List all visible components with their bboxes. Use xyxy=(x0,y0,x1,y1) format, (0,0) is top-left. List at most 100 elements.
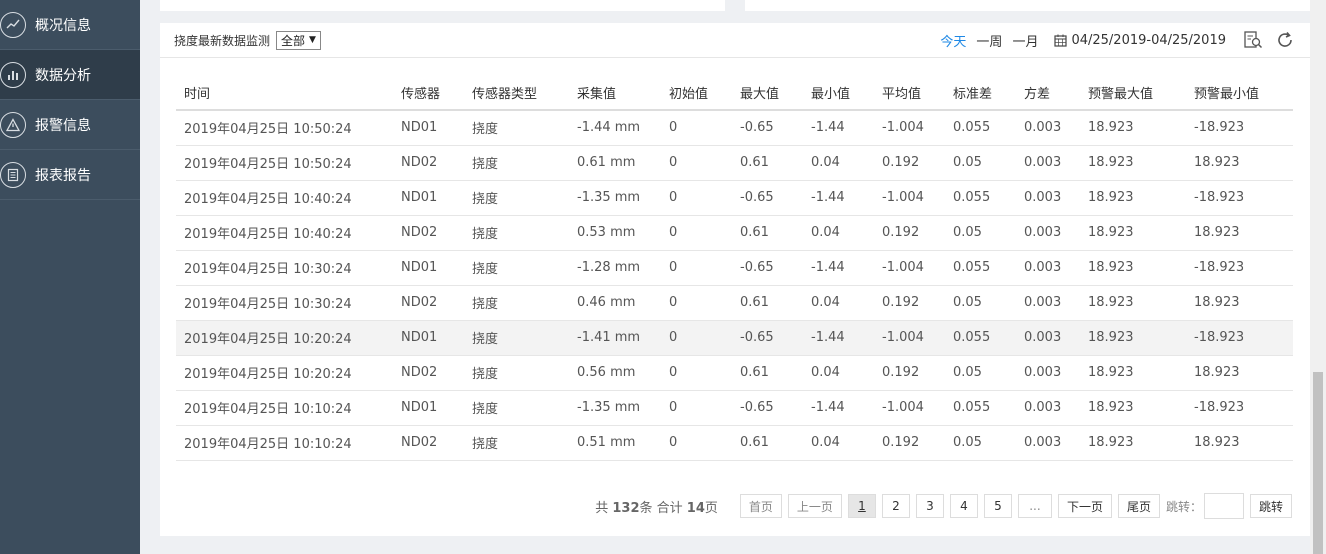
table-cell: 0 xyxy=(661,390,732,426)
table-cell: -1.004 xyxy=(874,110,945,146)
table-cell: 0.61 xyxy=(732,425,803,461)
column-header: 预警最小值 xyxy=(1186,75,1293,111)
page-button-4[interactable]: 4 xyxy=(949,494,978,518)
jump-button[interactable]: 跳转 xyxy=(1249,494,1292,518)
select-value: 全部 xyxy=(281,33,306,48)
column-header: 方差 xyxy=(1016,75,1080,111)
search-report-icon[interactable] xyxy=(1242,29,1264,51)
table-cell: 18.923 xyxy=(1080,285,1186,321)
column-header: 采集值 xyxy=(569,75,661,111)
table-row[interactable]: 2019年04月25日 10:10:24 ND02 挠度 0.51 mm 0 0.61 0.… xyxy=(176,425,1293,461)
next-page-button[interactable]: 下一页 xyxy=(1057,494,1112,518)
sidebar-item-data-analysis[interactable]: 数据分析 xyxy=(0,50,140,100)
ellipsis-button[interactable]: ... xyxy=(1017,494,1052,518)
table-cell: -18.923 xyxy=(1186,250,1293,286)
table-cell: 0.04 xyxy=(803,215,874,251)
table-cell: 0 xyxy=(661,285,732,321)
column-header: 标准差 xyxy=(945,75,1016,111)
table-cell: 挠度 xyxy=(464,145,569,181)
table-cell: 0.04 xyxy=(803,285,874,321)
column-header: 平均值 xyxy=(874,75,945,111)
column-header: 时间 xyxy=(176,75,393,111)
table-row[interactable]: 2019年04月25日 10:30:24 ND02 挠度 0.46 mm 0 0.61 0.… xyxy=(176,285,1293,321)
chevron-down-icon: ▼ xyxy=(309,35,316,45)
summary-suffix: 页 xyxy=(704,500,718,516)
first-page-button[interactable]: 首页 xyxy=(739,494,782,518)
table-cell: 2019年04月25日 10:20:24 xyxy=(176,320,393,356)
last-page-button[interactable]: 尾页 xyxy=(1117,494,1160,518)
table-cell: 0.61 mm xyxy=(569,145,661,181)
table-cell: 18.923 xyxy=(1186,285,1293,321)
table-cell: -18.923 xyxy=(1186,110,1293,146)
table-cell: ND01 xyxy=(393,390,464,426)
table-cell: 0.055 xyxy=(945,250,1016,286)
table-cell: 2019年04月25日 10:10:24 xyxy=(176,390,393,426)
sidebar-item-alarms[interactable]: 报警信息 xyxy=(0,100,140,150)
summary-mid: 条 合计 xyxy=(639,500,683,516)
total-count: 132 xyxy=(612,500,640,516)
range-month[interactable]: 一月 xyxy=(1012,31,1038,50)
table-row[interactable]: 2019年04月25日 10:50:24 ND01 挠度 -1.44 mm 0 -0.65… xyxy=(176,110,1293,146)
pagination-summary: 共 132条 合计 14页 xyxy=(595,497,718,516)
table-cell: 0.05 xyxy=(945,285,1016,321)
page-button-2[interactable]: 2 xyxy=(881,494,910,518)
table-row[interactable]: 2019年04月25日 10:20:24 ND02 挠度 0.56 mm 0 0.61 0.… xyxy=(176,355,1293,391)
table-row[interactable]: 2019年04月25日 10:50:24 ND02 挠度 0.61 mm 0 0.61 0.… xyxy=(176,145,1293,181)
table-cell: 0 xyxy=(661,110,732,146)
page-button-1[interactable]: 1 xyxy=(847,494,876,518)
scrollbar-thumb[interactable] xyxy=(1313,372,1323,554)
sensor-filter-select[interactable]: 全部 ▼ xyxy=(276,30,321,50)
table-body: 2019年04月25日 10:50:24 ND01 挠度 -1.44 mm 0 -0.65… xyxy=(176,110,1293,461)
table-cell: -1.44 xyxy=(803,390,874,426)
table-cell: 0.05 xyxy=(945,145,1016,181)
table-cell: 18.923 xyxy=(1080,215,1186,251)
table-row[interactable]: 2019年04月25日 10:10:24 ND01 挠度 -1.35 mm 0 -0.65… xyxy=(176,390,1293,426)
range-week[interactable]: 一周 xyxy=(976,31,1002,50)
table-row[interactable]: 2019年04月25日 10:20:24 ND01 挠度 -1.41 mm 0 -0.65… xyxy=(176,320,1293,356)
table-cell: 0.192 xyxy=(874,145,945,181)
table-row[interactable]: 2019年04月25日 10:40:24 ND02 挠度 0.53 mm 0 0.61 0.… xyxy=(176,215,1293,251)
table-row[interactable]: 2019年04月25日 10:30:24 ND01 挠度 -1.28 mm 0 -0.65… xyxy=(176,250,1293,286)
table-cell: -0.65 xyxy=(732,390,803,426)
column-header: 预警最大值 xyxy=(1080,75,1186,111)
header-controls: 今天 一周 一月 04/25/2019-04/25/2019 xyxy=(930,29,1296,51)
table-cell: 0.003 xyxy=(1016,390,1080,426)
table-row[interactable]: 2019年04月25日 10:40:24 ND01 挠度 -1.35 mm 0 -0.65… xyxy=(176,180,1293,216)
table-cell: 0.04 xyxy=(803,425,874,461)
table-cell: 0.192 xyxy=(874,425,945,461)
table-cell: -0.65 xyxy=(732,180,803,216)
calendar-icon xyxy=(1054,34,1068,47)
refresh-icon[interactable] xyxy=(1274,29,1296,51)
page-scrollbar[interactable] xyxy=(1310,0,1326,554)
page-button-3[interactable]: 3 xyxy=(915,494,944,518)
sidebar-item-label: 数据分析 xyxy=(35,67,91,84)
report-icon xyxy=(0,161,26,188)
table-cell: 18.923 xyxy=(1080,320,1186,356)
table-cell: -0.65 xyxy=(732,110,803,146)
column-header: 传感器 xyxy=(393,75,464,111)
jump-page-input[interactable] xyxy=(1203,493,1244,519)
table-cell: 0.61 xyxy=(732,215,803,251)
table-cell: 0 xyxy=(661,215,732,251)
sidebar-item-overview[interactable]: 概况信息 xyxy=(0,0,140,50)
sidebar-item-reports[interactable]: 报表报告 xyxy=(0,150,140,200)
column-header: 最小值 xyxy=(803,75,874,111)
top-card-right xyxy=(745,0,1310,11)
top-card-left xyxy=(160,0,725,11)
table-cell: 18.923 xyxy=(1186,425,1293,461)
range-today[interactable]: 今天 xyxy=(940,31,966,50)
table-cell: 挠度 xyxy=(464,390,569,426)
page-button-5[interactable]: 5 xyxy=(983,494,1012,518)
table-cell: 2019年04月25日 10:30:24 xyxy=(176,250,393,286)
prev-page-button[interactable]: 上一页 xyxy=(787,494,842,518)
table-cell: 2019年04月25日 10:50:24 xyxy=(176,110,393,146)
sidebar-item-label: 报警信息 xyxy=(35,117,91,134)
table-cell: 0.05 xyxy=(945,215,1016,251)
table-cell: 0 xyxy=(661,425,732,461)
table-cell: -0.65 xyxy=(732,250,803,286)
table-cell: 0 xyxy=(661,180,732,216)
date-range-picker[interactable]: 04/25/2019-04/25/2019 xyxy=(1054,33,1226,48)
table-cell: -18.923 xyxy=(1186,180,1293,216)
table-cell: 0.055 xyxy=(945,320,1016,356)
table-cell: ND02 xyxy=(393,425,464,461)
